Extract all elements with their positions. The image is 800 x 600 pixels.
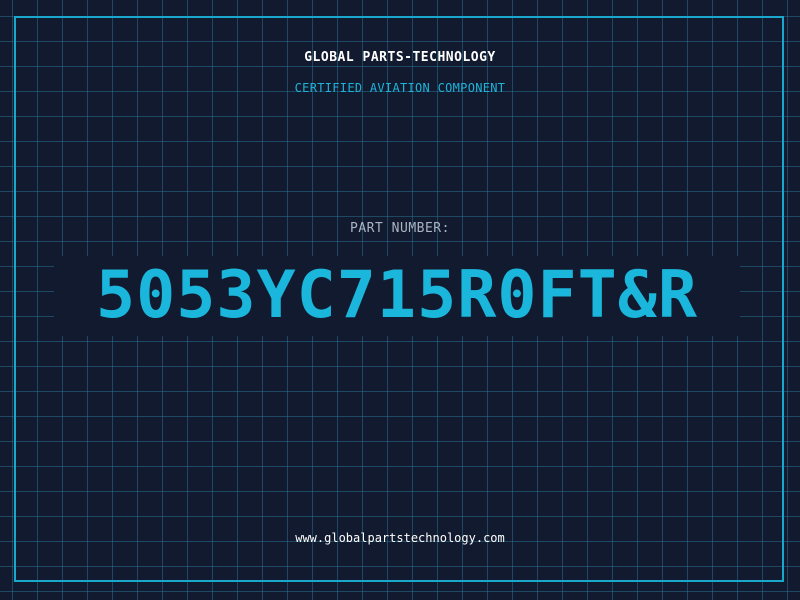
tagline: CERTIFIED AVIATION COMPONENT <box>294 81 506 95</box>
part-number-value: 5053YC715R0FT&R <box>96 258 698 333</box>
part-number-label: PART NUMBER: <box>350 221 450 236</box>
company-name: GLOBAL PARTS-TECHNOLOGY <box>304 50 496 65</box>
website-url[interactable]: www.globalpartstechnology.com <box>0 531 800 545</box>
